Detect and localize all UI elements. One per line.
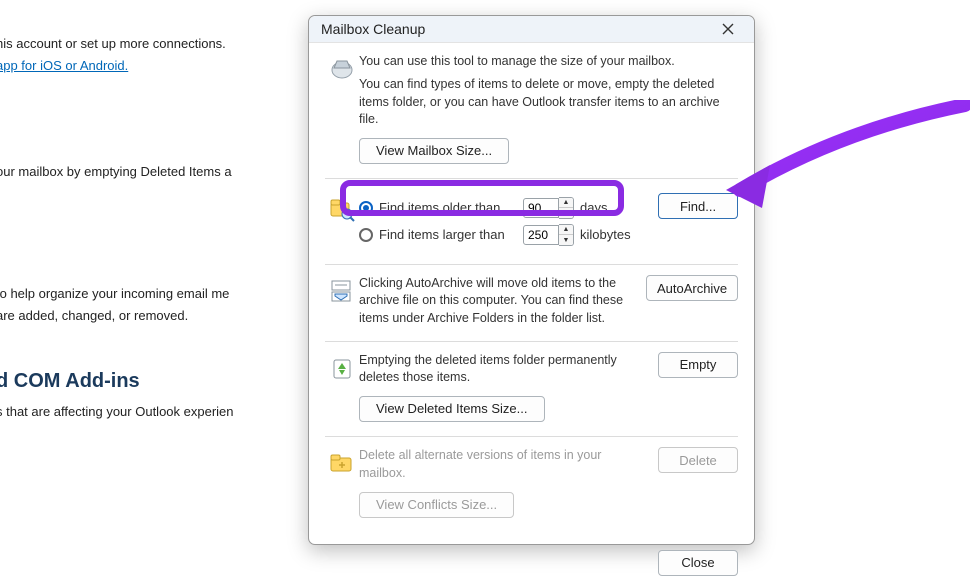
view-conflicts-size-button: View Conflicts Size... [359,492,514,518]
bg-text: his account or set up more connections. [0,36,226,51]
bg-text: s that are affecting your Outlook experi… [0,404,234,419]
mailbox-cleanup-dialog: Mailbox Cleanup You can use this tool to… [308,15,755,545]
cleanup-icon [328,55,356,83]
bg-heading-com-addins: d COM Add-ins [0,370,140,393]
find-older-value-input[interactable] [523,198,559,218]
delete-button: Delete [658,447,738,473]
bg-text: our mailbox by emptying Deleted Items a [0,164,232,179]
autoarchive-section: Clicking AutoArchive will move old items… [325,265,738,342]
find-larger-spinner[interactable]: ▲▼ [559,224,574,246]
empty-text: Emptying the deleted items folder perman… [359,352,642,387]
conflicts-text: Delete all alternate versions of items i… [359,447,642,482]
dialog-title: Mailbox Cleanup [321,21,710,37]
find-larger-radio[interactable] [359,228,373,242]
intro-section: You can use this tool to manage the size… [325,43,738,179]
autoarchive-button[interactable]: AutoArchive [646,275,738,301]
find-older-unit: days [580,199,607,217]
conflicts-section: Delete all alternate versions of items i… [325,437,738,532]
bg-text: to help organize your incoming email me [0,286,229,301]
search-folder-icon [328,195,356,223]
dialog-titlebar: Mailbox Cleanup [309,16,754,43]
empty-button[interactable]: Empty [658,352,738,378]
bg-text: are added, changed, or removed. [0,308,188,323]
dialog-footer: Close [309,542,754,588]
find-button[interactable]: Find... [658,193,738,219]
autoarchive-text: Clicking AutoArchive will move old items… [359,275,646,327]
empty-section: Emptying the deleted items folder perman… [325,342,738,438]
find-older-radio[interactable] [359,201,373,215]
recycle-bin-icon [328,354,356,382]
find-section: Find items older than ▲▼ days Find items… [325,179,738,265]
archive-icon [328,277,356,305]
view-deleted-size-button[interactable]: View Deleted Items Size... [359,396,545,422]
intro-line2: You can find types of items to delete or… [359,76,734,128]
intro-line1: You can use this tool to manage the size… [359,53,734,70]
close-button[interactable]: Close [658,550,738,576]
find-older-label: Find items older than [379,199,519,217]
find-older-spinner[interactable]: ▲▼ [559,197,574,219]
view-mailbox-size-button[interactable]: View Mailbox Size... [359,138,509,164]
find-larger-value-input[interactable] [523,225,559,245]
conflicts-folder-icon [328,449,356,477]
find-larger-label: Find items larger than [379,226,519,244]
find-larger-unit: kilobytes [580,226,631,244]
close-icon[interactable] [710,16,746,42]
bg-link-mobile-app[interactable]: app for iOS or Android. [0,58,128,73]
